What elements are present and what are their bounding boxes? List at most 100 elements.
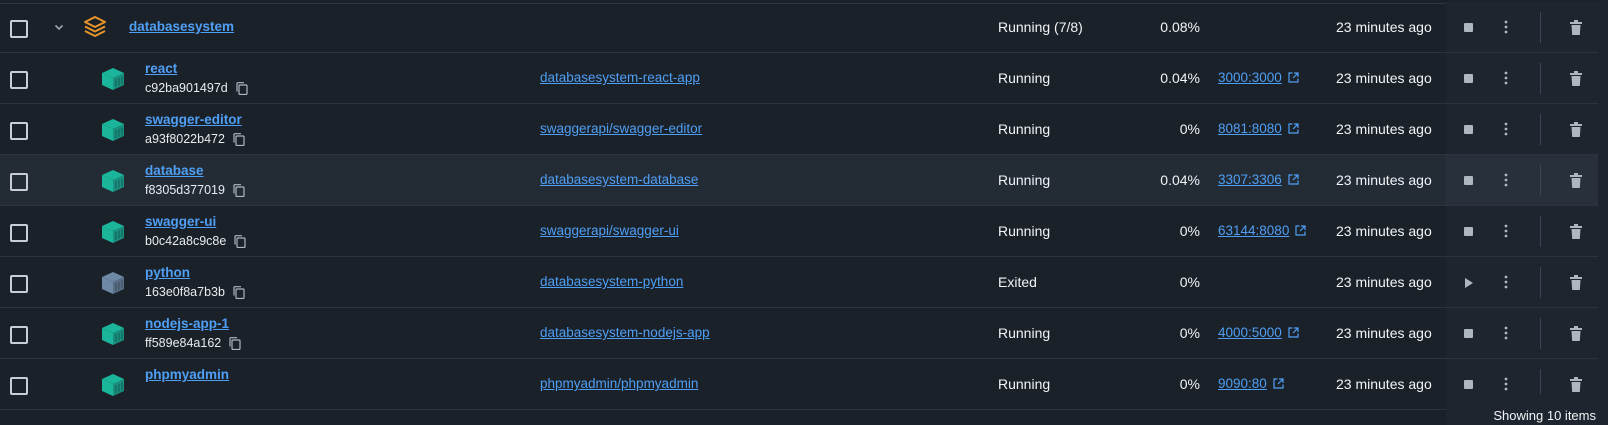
more-options-icon[interactable] (1504, 274, 1508, 290)
trash-icon[interactable] (1570, 224, 1582, 239)
play-icon[interactable] (1464, 278, 1473, 288)
container-id: f8305d377019 (145, 183, 245, 197)
external-link-icon[interactable] (1288, 327, 1299, 338)
container-name-link[interactable]: python (145, 265, 190, 280)
group-name-link[interactable]: databasesystem (129, 19, 234, 34)
group-status: Running (7/8) (998, 19, 1083, 35)
container-name-link[interactable]: database (145, 163, 204, 178)
container-name-link[interactable]: swagger-ui (145, 214, 216, 229)
container-row[interactable]: nodejs-app-1 ff589e84a162 databasesystem… (0, 308, 1608, 359)
trash-icon[interactable] (1570, 122, 1582, 137)
container-id-text: a93f8022b472 (145, 132, 225, 146)
actions-divider (1540, 12, 1541, 43)
actions-divider (1540, 114, 1541, 145)
container-cube-icon (100, 271, 126, 295)
container-row[interactable]: phpmyadmin phpmyadmin/phpmyadmin Running… (0, 359, 1608, 410)
image-link[interactable]: databasesystem-nodejs-app (540, 325, 710, 340)
container-name-link[interactable]: react (145, 61, 177, 76)
trash-icon[interactable] (1570, 377, 1582, 392)
port-mapping[interactable]: 63144:8080 (1218, 223, 1306, 238)
more-options-icon[interactable] (1504, 325, 1508, 341)
more-options-icon[interactable] (1504, 172, 1508, 188)
row-checkbox[interactable] (10, 377, 28, 395)
container-cpu: 0% (1179, 223, 1200, 239)
group-checkbox[interactable] (10, 20, 28, 38)
port-mapping[interactable]: 3307:3306 (1218, 172, 1299, 187)
stop-icon[interactable] (1464, 23, 1473, 32)
container-row[interactable]: database f8305d377019 databasesystem-dat… (0, 155, 1608, 206)
container-row[interactable]: swagger-ui b0c42a8c9c8e swaggerapi/swagg… (0, 206, 1608, 257)
more-options-icon[interactable] (1504, 19, 1508, 35)
item-count-label: Showing 10 items (1493, 408, 1596, 423)
container-name-link[interactable]: nodejs-app-1 (145, 316, 229, 331)
image-link[interactable]: swaggerapi/swagger-ui (540, 223, 679, 238)
container-last-started: 23 minutes ago (1336, 172, 1432, 188)
stop-icon[interactable] (1464, 176, 1473, 185)
group-row[interactable]: databasesystem Running (7/8) 0.08% 23 mi… (0, 2, 1608, 53)
stop-icon[interactable] (1464, 74, 1473, 83)
container-last-started: 23 minutes ago (1336, 325, 1432, 341)
stop-icon[interactable] (1464, 329, 1473, 338)
container-id: ff589e84a162 (145, 336, 241, 350)
more-options-icon[interactable] (1504, 376, 1508, 392)
image-link[interactable]: databasesystem-python (540, 274, 683, 289)
container-name-link[interactable]: swagger-editor (145, 112, 242, 127)
stop-icon[interactable] (1464, 227, 1473, 236)
image-link[interactable]: swaggerapi/swagger-editor (540, 121, 702, 136)
port-link[interactable]: 4000:5000 (1218, 325, 1282, 340)
image-link[interactable]: databasesystem-react-app (540, 70, 700, 85)
container-row[interactable]: python 163e0f8a7b3b databasesystem-pytho… (0, 257, 1608, 308)
port-link[interactable]: 63144:8080 (1218, 223, 1289, 238)
trash-icon[interactable] (1570, 173, 1582, 188)
container-row[interactable]: swagger-editor a93f8022b472 swaggerapi/s… (0, 104, 1608, 155)
containers-table: databasesystem Running (7/8) 0.08% 23 mi… (0, 0, 1608, 425)
more-options-icon[interactable] (1504, 223, 1508, 239)
row-checkbox[interactable] (10, 71, 28, 89)
container-row[interactable]: react c92ba901497d databasesystem-react-… (0, 53, 1608, 104)
group-cpu: 0.08% (1160, 19, 1200, 35)
row-checkbox[interactable] (10, 224, 28, 242)
stop-icon[interactable] (1464, 125, 1473, 134)
container-last-started: 23 minutes ago (1336, 223, 1432, 239)
external-link-icon[interactable] (1288, 123, 1299, 134)
image-link[interactable]: phpmyadmin/phpmyadmin (540, 376, 698, 391)
external-link-icon[interactable] (1288, 72, 1299, 83)
vertical-scrollbar[interactable] (1598, 0, 1608, 396)
container-last-started: 23 minutes ago (1336, 274, 1432, 290)
port-link[interactable]: 8081:8080 (1218, 121, 1282, 136)
port-link[interactable]: 3000:3000 (1218, 70, 1282, 85)
container-name-link[interactable]: phpmyadmin (145, 367, 229, 382)
trash-icon[interactable] (1570, 71, 1582, 86)
row-checkbox[interactable] (10, 173, 28, 191)
copy-icon[interactable] (233, 132, 245, 146)
container-cube-icon (100, 118, 126, 142)
more-options-icon[interactable] (1504, 121, 1508, 137)
external-link-icon[interactable] (1288, 174, 1299, 185)
port-mapping[interactable]: 3000:3000 (1218, 70, 1299, 85)
chevron-down-icon[interactable] (52, 20, 66, 34)
row-checkbox[interactable] (10, 122, 28, 140)
port-link[interactable]: 9090:80 (1218, 376, 1267, 391)
copy-icon[interactable] (229, 336, 241, 350)
trash-icon[interactable] (1570, 275, 1582, 290)
port-mapping[interactable]: 8081:8080 (1218, 121, 1299, 136)
external-link-icon[interactable] (1295, 225, 1306, 236)
external-link-icon[interactable] (1273, 378, 1284, 389)
copy-icon[interactable] (236, 81, 248, 95)
container-status: Running (998, 70, 1051, 86)
copy-icon[interactable] (233, 183, 245, 197)
container-cube-icon (100, 220, 126, 244)
trash-icon[interactable] (1570, 20, 1582, 35)
image-link[interactable]: databasesystem-database (540, 172, 698, 187)
copy-icon[interactable] (234, 234, 246, 248)
container-cube-icon (100, 67, 126, 91)
trash-icon[interactable] (1570, 326, 1582, 341)
copy-icon[interactable] (233, 285, 245, 299)
more-options-icon[interactable] (1504, 70, 1508, 86)
row-checkbox[interactable] (10, 275, 28, 293)
port-link[interactable]: 3307:3306 (1218, 172, 1282, 187)
port-mapping[interactable]: 4000:5000 (1218, 325, 1299, 340)
row-checkbox[interactable] (10, 326, 28, 344)
port-mapping[interactable]: 9090:80 (1218, 376, 1284, 391)
stop-icon[interactable] (1464, 380, 1473, 389)
